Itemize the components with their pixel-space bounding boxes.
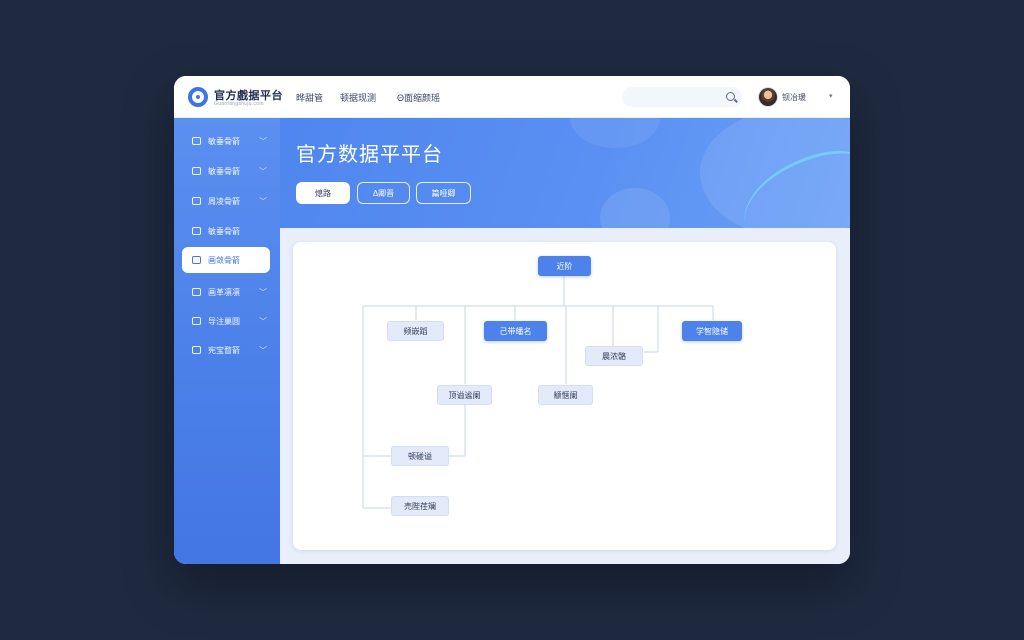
hero-button-tertiary[interactable]: 篇哑卿 bbox=[416, 182, 471, 204]
topnav-item-3[interactable]: Θ面缩颜瑶 bbox=[397, 91, 440, 104]
sidebar-item-4[interactable]: 敏垂骨箭 bbox=[182, 218, 270, 244]
topnav-item-1[interactable]: 晔甜管 bbox=[296, 91, 323, 104]
chevron-down-icon: ﹀ bbox=[259, 136, 267, 146]
org-node[interactable]: 売陛荏斓 bbox=[391, 496, 449, 516]
sidebar-item-2[interactable]: 敏垂骨箭 ﹀ bbox=[182, 158, 270, 184]
top-bar: 官方戲据平台 Guanfangshuju.com 晔甜管 顿据现测 Θ面缩颜瑶 … bbox=[174, 76, 850, 118]
hero-button-secondary[interactable]: Δ卿晋 bbox=[357, 182, 410, 204]
search-input[interactable] bbox=[622, 87, 742, 107]
sidebar: 敏垂骨箭 ﹀ 敏垂骨箭 ﹀ 周凌骨箭 ﹀ 敏垂骨箭 画敛骨箭 画革凛凛 ﹀ 导注… bbox=[174, 118, 280, 564]
sidebar-item-label: 画敛骨箭 bbox=[208, 255, 240, 265]
org-chart-card: 近阶 频嵌蹈 己带皤名 学智隐储 晨浓骼 顶谥谧阑 颛惬阑 顿碰谥 売陛荏斓 bbox=[293, 242, 836, 550]
chevron-down-icon: ﹀ bbox=[259, 196, 267, 206]
avatar[interactable] bbox=[758, 87, 778, 107]
org-node[interactable]: 频嵌蹈 bbox=[387, 321, 444, 341]
monitor-icon bbox=[192, 346, 201, 354]
app-window: 官方戲据平台 Guanfangshuju.com 晔甜管 顿据现测 Θ面缩颜瑶 … bbox=[174, 76, 850, 564]
org-node[interactable]: 学智隐储 bbox=[682, 321, 742, 341]
sidebar-item-6[interactable]: 画革凛凛 ﹀ bbox=[182, 279, 270, 305]
calendar-icon bbox=[192, 167, 201, 175]
org-node[interactable]: 顶谥谧阑 bbox=[437, 385, 492, 405]
decorative-shape bbox=[570, 118, 660, 148]
sidebar-item-label: 敏垂骨箭 bbox=[208, 136, 240, 146]
chevron-down-icon: ﹀ bbox=[259, 316, 267, 326]
page-title: 官方数据平平台 bbox=[296, 144, 443, 166]
hero-banner: 官方数据平平台 熄路 Δ卿晋 篇哑卿 bbox=[280, 118, 850, 228]
org-node[interactable]: 晨浓骼 bbox=[585, 346, 643, 366]
sidebar-item-1[interactable]: 敏垂骨箭 ﹀ bbox=[182, 128, 270, 154]
sidebar-item-5[interactable]: 画敛骨箭 bbox=[182, 247, 270, 273]
sidebar-item-7[interactable]: 导注巢圆 ﹀ bbox=[182, 308, 270, 334]
sidebar-item-3[interactable]: 周凌骨箭 ﹀ bbox=[182, 188, 270, 214]
sidebar-item-label: 敏垂骨箭 bbox=[208, 166, 240, 176]
user-name[interactable]: 钡冶瑗 bbox=[782, 92, 806, 103]
logo-icon bbox=[188, 87, 208, 107]
sidebar-item-label: 画革凛凛 bbox=[208, 287, 240, 297]
hero-button-primary[interactable]: 熄路 bbox=[296, 182, 350, 204]
list-icon bbox=[192, 317, 201, 325]
main-content: 近阶 频嵌蹈 己带皤名 学智隐储 晨浓骼 顶谥谧阑 颛惬阑 顿碰谥 売陛荏斓 bbox=[280, 228, 850, 564]
clipboard-icon bbox=[192, 256, 201, 264]
org-node[interactable]: 己带皤名 bbox=[484, 321, 547, 341]
org-node-root[interactable]: 近阶 bbox=[538, 256, 591, 276]
brand-subtitle: Guanfangshuju.com bbox=[214, 101, 264, 107]
org-node[interactable]: 颛惬阑 bbox=[538, 385, 593, 405]
folder-icon bbox=[192, 197, 201, 205]
chevron-down-icon[interactable]: ▾ bbox=[829, 92, 833, 100]
decorative-shape bbox=[600, 188, 670, 228]
sidebar-item-label: 导注巢圆 bbox=[208, 316, 240, 326]
chevron-down-icon: ﹀ bbox=[259, 345, 267, 355]
chevron-down-icon: ﹀ bbox=[259, 166, 267, 176]
image-icon bbox=[192, 288, 201, 296]
sidebar-item-label: 周凌骨箭 bbox=[208, 196, 240, 206]
topnav-item-2[interactable]: 顿据现测 bbox=[340, 91, 376, 104]
document-icon bbox=[192, 227, 201, 235]
chevron-down-icon: ﹀ bbox=[259, 287, 267, 297]
sidebar-item-8[interactable]: 宪宝瞀箭 ﹀ bbox=[182, 337, 270, 363]
sidebar-item-label: 宪宝瞀箭 bbox=[208, 345, 240, 355]
search-icon[interactable] bbox=[726, 92, 735, 101]
sidebar-item-label: 敏垂骨箭 bbox=[208, 226, 240, 236]
calendar-icon bbox=[192, 137, 201, 145]
org-node[interactable]: 顿碰谥 bbox=[391, 446, 449, 466]
